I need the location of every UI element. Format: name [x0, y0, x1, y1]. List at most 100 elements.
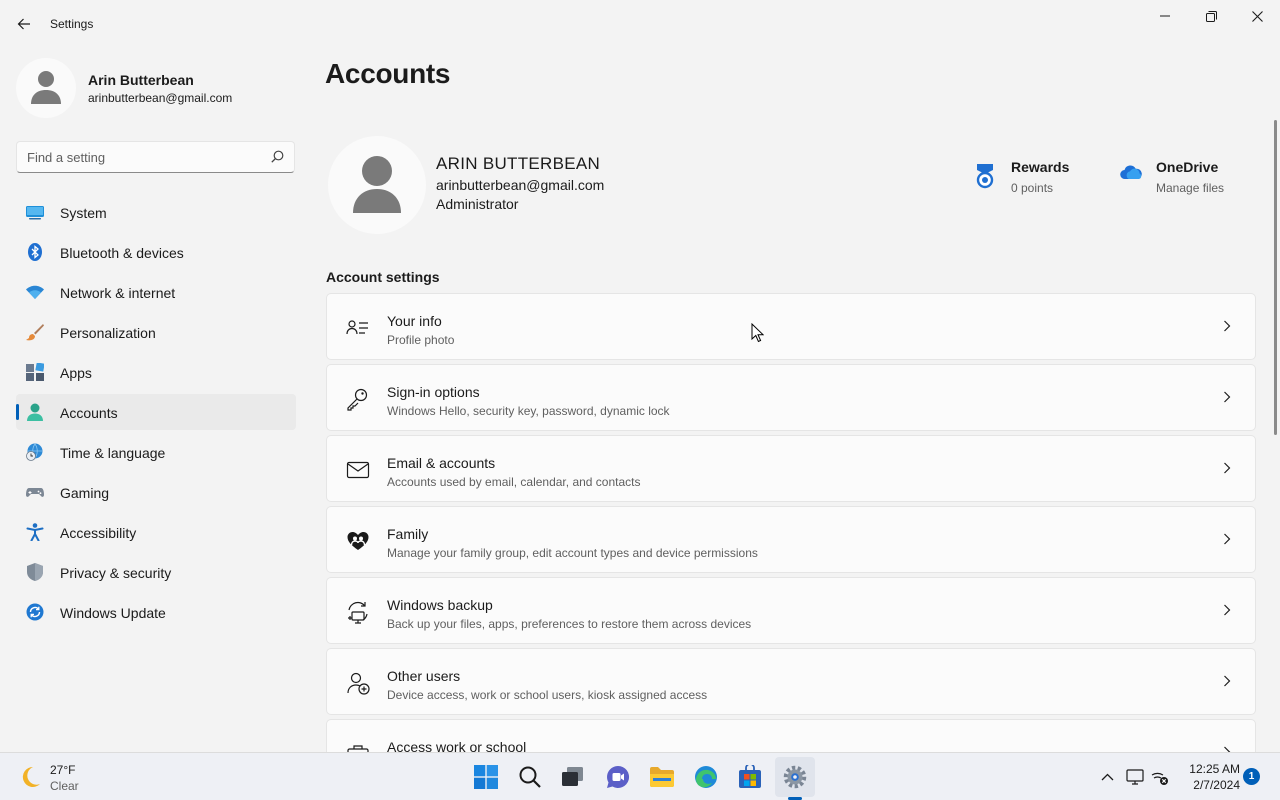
sidebar-item-label: Privacy & security — [60, 565, 172, 581]
card-other-users[interactable]: Other users Device access, work or schoo… — [326, 648, 1256, 715]
title-bar: Settings — [0, 0, 1280, 48]
avatar — [16, 58, 76, 118]
weather-condition: Clear — [50, 779, 79, 793]
display-icon — [1126, 769, 1144, 785]
sidebar-item-label: Network & internet — [60, 285, 176, 301]
sidebar-item-label: Time & language — [60, 445, 166, 461]
rewards-title: Rewards — [1011, 159, 1070, 175]
profile-email: arinbutterbean@gmail.com — [88, 91, 233, 105]
tray-overflow-button[interactable] — [1097, 767, 1117, 787]
sidebar-item-gaming[interactable]: Gaming — [16, 474, 296, 510]
sidebar-item-accounts[interactable]: Accounts — [16, 394, 296, 430]
sidebar-item-bluetooth[interactable]: Bluetooth & devices — [16, 234, 296, 270]
person-info-icon — [346, 320, 368, 335]
profile-name: Arin Butterbean — [88, 72, 194, 88]
sidebar-item-accessibility[interactable]: Accessibility — [16, 514, 296, 550]
windows-start-icon — [474, 765, 498, 789]
sidebar-item-label: System — [60, 205, 107, 221]
teams-chat-button[interactable] — [598, 757, 638, 797]
close-button[interactable] — [1234, 0, 1280, 32]
sidebar-item-windows-update[interactable]: Windows Update — [16, 594, 296, 630]
card-subtitle: Device access, work or school users, kio… — [387, 688, 708, 702]
file-explorer-button[interactable] — [642, 757, 682, 797]
account-settings-list: Your info Profile photo Sign-in options … — [326, 293, 1256, 752]
card-sign-in-options[interactable]: Sign-in options Windows Hello, security … — [326, 364, 1256, 431]
file-explorer-icon — [650, 767, 674, 787]
task-view-icon — [562, 767, 583, 786]
restore-button[interactable] — [1188, 0, 1234, 32]
sidebar-item-system[interactable]: System — [16, 194, 296, 230]
sidebar-item-label: Accounts — [60, 405, 118, 421]
card-family[interactable]: Family Manage your family group, edit ac… — [326, 506, 1256, 573]
notification-badge[interactable]: 1 — [1243, 768, 1260, 785]
restore-icon — [1205, 10, 1217, 22]
card-title: Family — [387, 526, 429, 542]
shield-icon — [27, 563, 43, 581]
chevron-right-icon — [1224, 391, 1231, 403]
start-button[interactable] — [466, 757, 506, 797]
search-icon — [519, 766, 541, 788]
minimize-icon — [1160, 15, 1170, 17]
search-input[interactable] — [27, 148, 267, 166]
accessibility-icon — [26, 523, 44, 541]
settings-taskbar-button[interactable] — [775, 757, 815, 797]
chevron-up-icon — [1101, 773, 1113, 781]
accounts-icon — [27, 403, 43, 421]
rewards-medal-icon — [976, 164, 994, 189]
card-title: Windows backup — [387, 597, 493, 613]
sidebar-item-time-language[interactable]: Time & language — [16, 434, 296, 470]
edge-button[interactable] — [686, 757, 726, 797]
clock-time: 12:25 AM — [1189, 762, 1240, 776]
onedrive-title: OneDrive — [1156, 159, 1219, 175]
system-icon — [26, 206, 44, 220]
weather-widget[interactable]: 27°F Clear — [18, 761, 138, 793]
sidebar-profile[interactable]: Arin Butterbean arinbutterbean@gmail.com — [16, 56, 296, 120]
brush-icon — [26, 324, 44, 341]
onedrive-widget[interactable]: OneDrive Manage files — [1120, 158, 1250, 202]
tray-display-button[interactable] — [1125, 767, 1145, 787]
taskbar-search-button[interactable] — [510, 757, 550, 797]
sidebar-item-label: Accessibility — [60, 525, 137, 541]
taskbar-clock[interactable]: 12:25 AM 2/7/2024 — [1176, 761, 1240, 793]
card-your-info[interactable]: Your info Profile photo — [326, 293, 1256, 360]
onedrive-cloud-icon — [1120, 165, 1142, 180]
network-muted-icon — [1151, 772, 1168, 785]
bluetooth-icon — [28, 243, 42, 261]
card-title: Email & accounts — [387, 455, 496, 471]
sidebar-item-privacy-security[interactable]: Privacy & security — [16, 554, 296, 590]
sidebar-item-network[interactable]: Network & internet — [16, 274, 296, 310]
minimize-button[interactable] — [1142, 0, 1188, 32]
clock-date: 2/7/2024 — [1193, 778, 1240, 792]
scrollbar[interactable] — [1274, 120, 1277, 435]
mail-icon — [346, 461, 370, 479]
search-box[interactable] — [16, 141, 295, 173]
card-subtitle: Profile photo — [387, 333, 455, 347]
chevron-right-icon — [1224, 604, 1231, 616]
onedrive-subtitle: Manage files — [1156, 181, 1225, 195]
back-button[interactable] — [10, 10, 38, 38]
user-role: Administrator — [436, 196, 519, 212]
card-access-work-school[interactable]: Access work or school — [326, 719, 1256, 752]
chevron-right-icon — [1224, 533, 1231, 545]
store-button[interactable] — [730, 757, 770, 797]
add-person-icon — [347, 672, 370, 695]
key-icon — [347, 388, 368, 411]
tray-network-button[interactable] — [1150, 767, 1170, 787]
sidebar-item-label: Apps — [60, 365, 92, 381]
sidebar-item-apps[interactable]: Apps — [16, 354, 296, 390]
update-icon — [26, 603, 44, 621]
card-title: Your info — [387, 313, 442, 329]
sidebar-item-label: Windows Update — [60, 605, 166, 621]
card-email-accounts[interactable]: Email & accounts Accounts used by email,… — [326, 435, 1256, 502]
rewards-widget[interactable]: Rewards 0 points — [975, 158, 1095, 202]
gamepad-icon — [26, 488, 44, 497]
store-icon — [739, 765, 761, 788]
user-avatar[interactable] — [328, 136, 426, 234]
task-view-button[interactable] — [553, 757, 593, 797]
card-subtitle: Manage your family group, edit account t… — [387, 546, 758, 560]
person-avatar-icon — [31, 71, 61, 104]
sidebar-item-personalization[interactable]: Personalization — [16, 314, 296, 350]
edge-icon — [695, 766, 717, 788]
app-title: Settings — [50, 17, 94, 31]
card-windows-backup[interactable]: Windows backup Back up your files, apps,… — [326, 577, 1256, 644]
